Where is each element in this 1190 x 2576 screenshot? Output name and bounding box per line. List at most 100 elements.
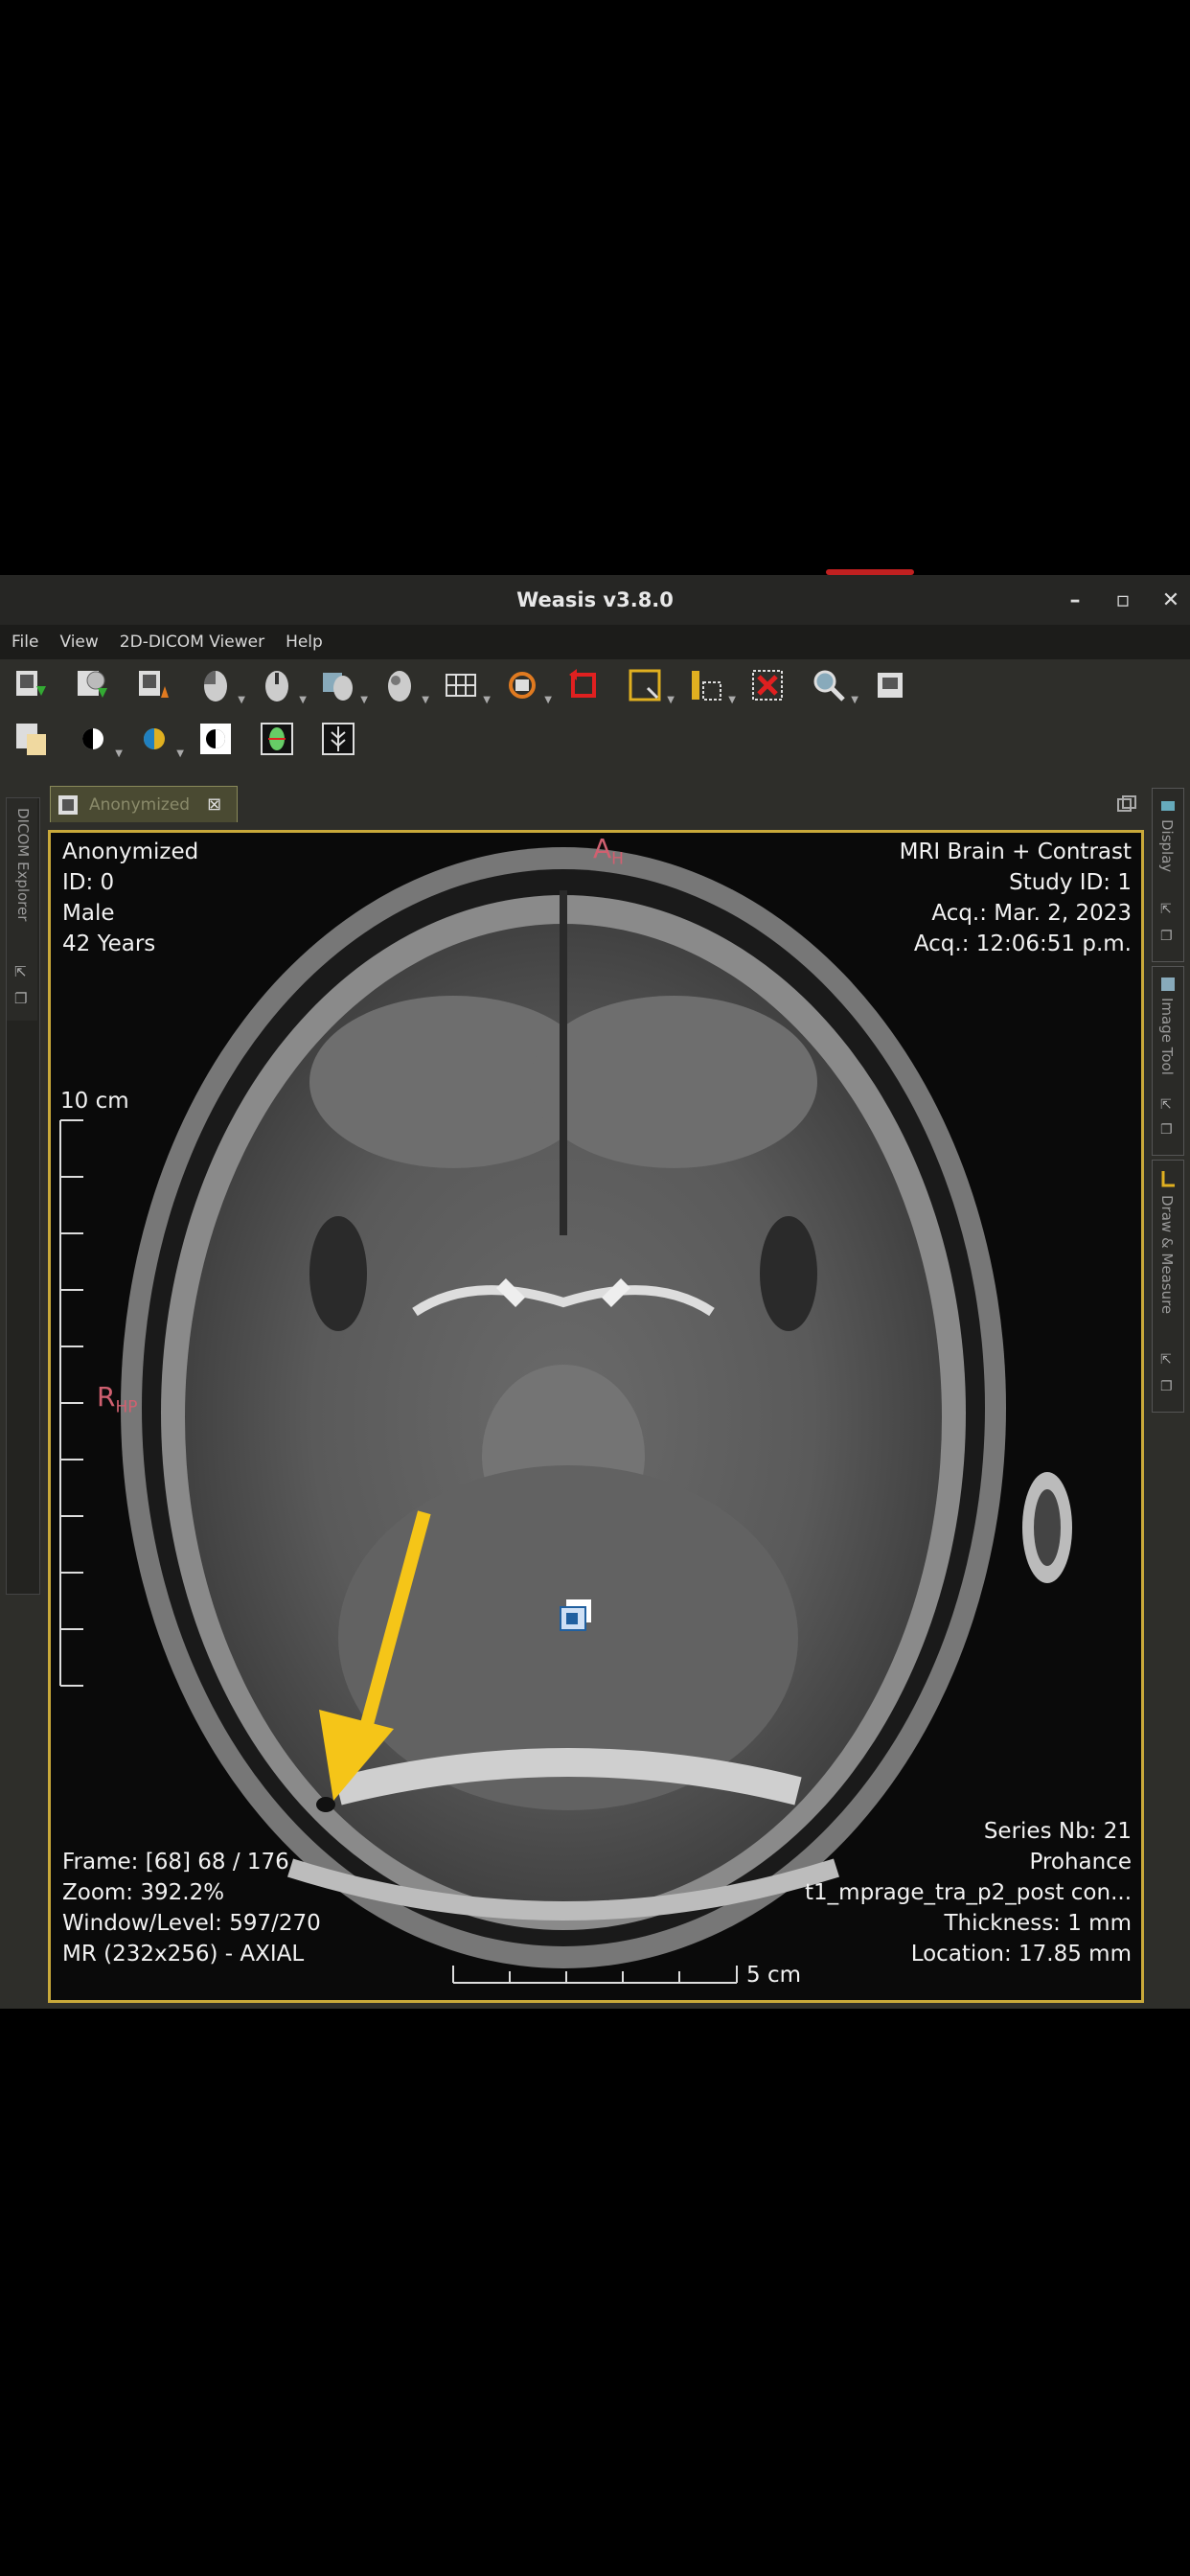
slice-location: Location: 17.85 mm: [910, 1942, 1132, 1966]
menu-help[interactable]: Help: [286, 632, 323, 652]
left-side-panel: DICOM Explorer ⇱ ❐: [6, 797, 40, 1595]
patient-sex: Male: [62, 901, 115, 926]
mip-button[interactable]: [318, 719, 360, 761]
horizontal-scale-label: 5 cm: [746, 1963, 801, 1988]
delete-icon: [752, 670, 783, 701]
right-side-panel: Display ⇱ ❐ Image Tool ⇱ ❐ Draw & Measur…: [1152, 788, 1184, 1631]
rotate-icon: [261, 723, 293, 755]
import-dicom-icon: [16, 671, 46, 696]
image-tool-icon: [1161, 978, 1175, 991]
secondary-toolbar: ▼ ▼: [11, 719, 360, 761]
dicom-explorer-label: DICOM Explorer: [14, 808, 32, 922]
tab-label: Anonymized: [89, 794, 191, 815]
synchronize-button[interactable]: ▼: [502, 665, 552, 707]
crosshair-icon: [629, 669, 661, 702]
mouse-middle-action-icon: [265, 671, 288, 702]
draw-measure-icon: [1161, 1171, 1175, 1187]
image-tool-detach-icon[interactable]: ⇱: [1160, 1097, 1172, 1113]
patient-id: ID: 0: [62, 870, 115, 895]
export-dicom-icon: [139, 671, 169, 698]
export-dicom-button[interactable]: [134, 665, 176, 707]
synchronize-icon: [509, 672, 536, 699]
display-icon: [1161, 801, 1175, 811]
tab-draw-measure[interactable]: Draw & Measure ⇱ ❐: [1152, 1160, 1184, 1413]
print-button[interactable]: [870, 665, 912, 707]
main-toolbar: ▼ ▼ ▼ ▼ ▼ ▼ ▼ ▼ ▼: [11, 665, 912, 707]
mouse-wheel-action-button[interactable]: ▼: [379, 665, 429, 707]
mouse-middle-action-button[interactable]: ▼: [257, 665, 307, 707]
patient-name: Anonymized: [62, 840, 199, 864]
open-report-button[interactable]: [11, 719, 54, 761]
modality-info: MR (232x256) - AXIAL: [62, 1942, 305, 1966]
restore-icon[interactable]: ❐: [14, 990, 27, 1007]
minimize-icon[interactable]: –: [1064, 588, 1087, 612]
reset-button[interactable]: [563, 665, 606, 707]
detach-icon[interactable]: ⇱: [14, 963, 27, 980]
crosshair-button[interactable]: ▼: [625, 665, 675, 707]
layout-grid-icon: [446, 674, 476, 697]
image-tool-restore-icon[interactable]: ❐: [1160, 1122, 1173, 1138]
lut-button[interactable]: ▼: [134, 719, 184, 761]
menu-file[interactable]: File: [11, 632, 38, 652]
display-restore-icon[interactable]: ❐: [1160, 929, 1173, 944]
mip-icon: [322, 723, 355, 755]
orientation-left: RHP: [97, 1381, 138, 1417]
study-info: MRI Brain + Contrast Study ID: 1 Acq.: M…: [900, 837, 1132, 959]
zoom-button[interactable]: ▼: [809, 665, 858, 707]
menu-bar: File View 2D-DICOM Viewer Help: [0, 625, 1190, 659]
import-dicom-button[interactable]: [11, 665, 54, 707]
invert-button[interactable]: [195, 719, 238, 761]
title-bar: Weasis v3.8.0 – ▫ ✕: [0, 575, 1190, 625]
orientation-top: AH: [593, 833, 624, 869]
open-report-icon: [16, 724, 46, 755]
import-cd-button[interactable]: [73, 665, 115, 707]
display-detach-icon[interactable]: ⇱: [1160, 902, 1172, 917]
window-title: Weasis v3.8.0: [516, 588, 674, 611]
slice-thickness: Thickness: 1 mm: [944, 1911, 1133, 1936]
tab-dicom-explorer[interactable]: DICOM Explorer ⇱ ❐: [7, 798, 37, 1021]
acquisition-date: Acq.: Mar. 2, 2023: [931, 901, 1132, 926]
tab-anonymized[interactable]: Anonymized ⊠: [50, 786, 238, 822]
acquisition-time: Acq.: 12:06:51 p.m.: [913, 932, 1132, 956]
study-id: Study ID: 1: [1009, 870, 1132, 895]
window-level: Window/Level: 597/270: [62, 1911, 321, 1936]
maximize-view-icon[interactable]: [1117, 795, 1136, 813]
menu-2d-dicom-viewer[interactable]: 2D-DICOM Viewer: [120, 632, 264, 652]
print-icon: [878, 673, 903, 698]
image-viewer[interactable]: Anonymized ID: 0 Male 42 Years MRI Brain…: [48, 830, 1144, 2003]
frame-number: Frame: [68] 68 / 176: [62, 1850, 289, 1874]
close-icon[interactable]: ✕: [1159, 588, 1182, 612]
import-cd-icon: [78, 671, 107, 698]
draw-measure-restore-icon[interactable]: ❐: [1160, 1379, 1173, 1394]
mouse-wheel-action-icon: [388, 671, 411, 702]
window-level-icon: [82, 728, 103, 749]
draw-measure-detach-icon[interactable]: ⇱: [1160, 1352, 1172, 1368]
contrast-agent: Prohance: [1029, 1850, 1132, 1874]
mouse-right-action-icon: [323, 673, 353, 701]
menu-view[interactable]: View: [59, 632, 98, 652]
measure-button[interactable]: ▼: [686, 665, 736, 707]
viewer-tab-bar: Anonymized ⊠: [46, 786, 1148, 822]
vertical-scale-label: 10 cm: [60, 1089, 129, 1114]
tab-image-tool[interactable]: Image Tool ⇱ ❐: [1152, 966, 1184, 1156]
display-label: Display: [1158, 819, 1176, 873]
zoom-icon: [813, 670, 845, 702]
rotate-button[interactable]: [257, 719, 299, 761]
patient-info: Anonymized ID: 0 Male 42 Years: [62, 837, 198, 959]
series-number: Series Nb: 21: [983, 1819, 1132, 1844]
delete-button[interactable]: [747, 665, 790, 707]
patient-age: 42 Years: [62, 932, 156, 956]
protocol-name: t1_mprage_tra_p2_post con...: [805, 1880, 1132, 1905]
mouse-left-action-button[interactable]: ▼: [195, 665, 245, 707]
measure-icon: [692, 671, 721, 701]
weasis-window: Weasis v3.8.0 – ▫ ✕ File View 2D-DICOM V…: [0, 569, 1190, 2009]
maximize-icon[interactable]: ▫: [1111, 588, 1134, 612]
tab-display[interactable]: Display ⇱ ❐: [1152, 788, 1184, 962]
zoom-level: Zoom: 392.2%: [62, 1880, 225, 1905]
window-level-button[interactable]: ▼: [73, 719, 123, 761]
mouse-right-action-button[interactable]: ▼: [318, 665, 368, 707]
vertical-scale-ruler: [59, 1119, 83, 1687]
close-tab-icon[interactable]: ⊠: [207, 794, 221, 815]
horizontal-scale-ruler: [452, 1966, 738, 1984]
layout-button[interactable]: ▼: [441, 665, 491, 707]
